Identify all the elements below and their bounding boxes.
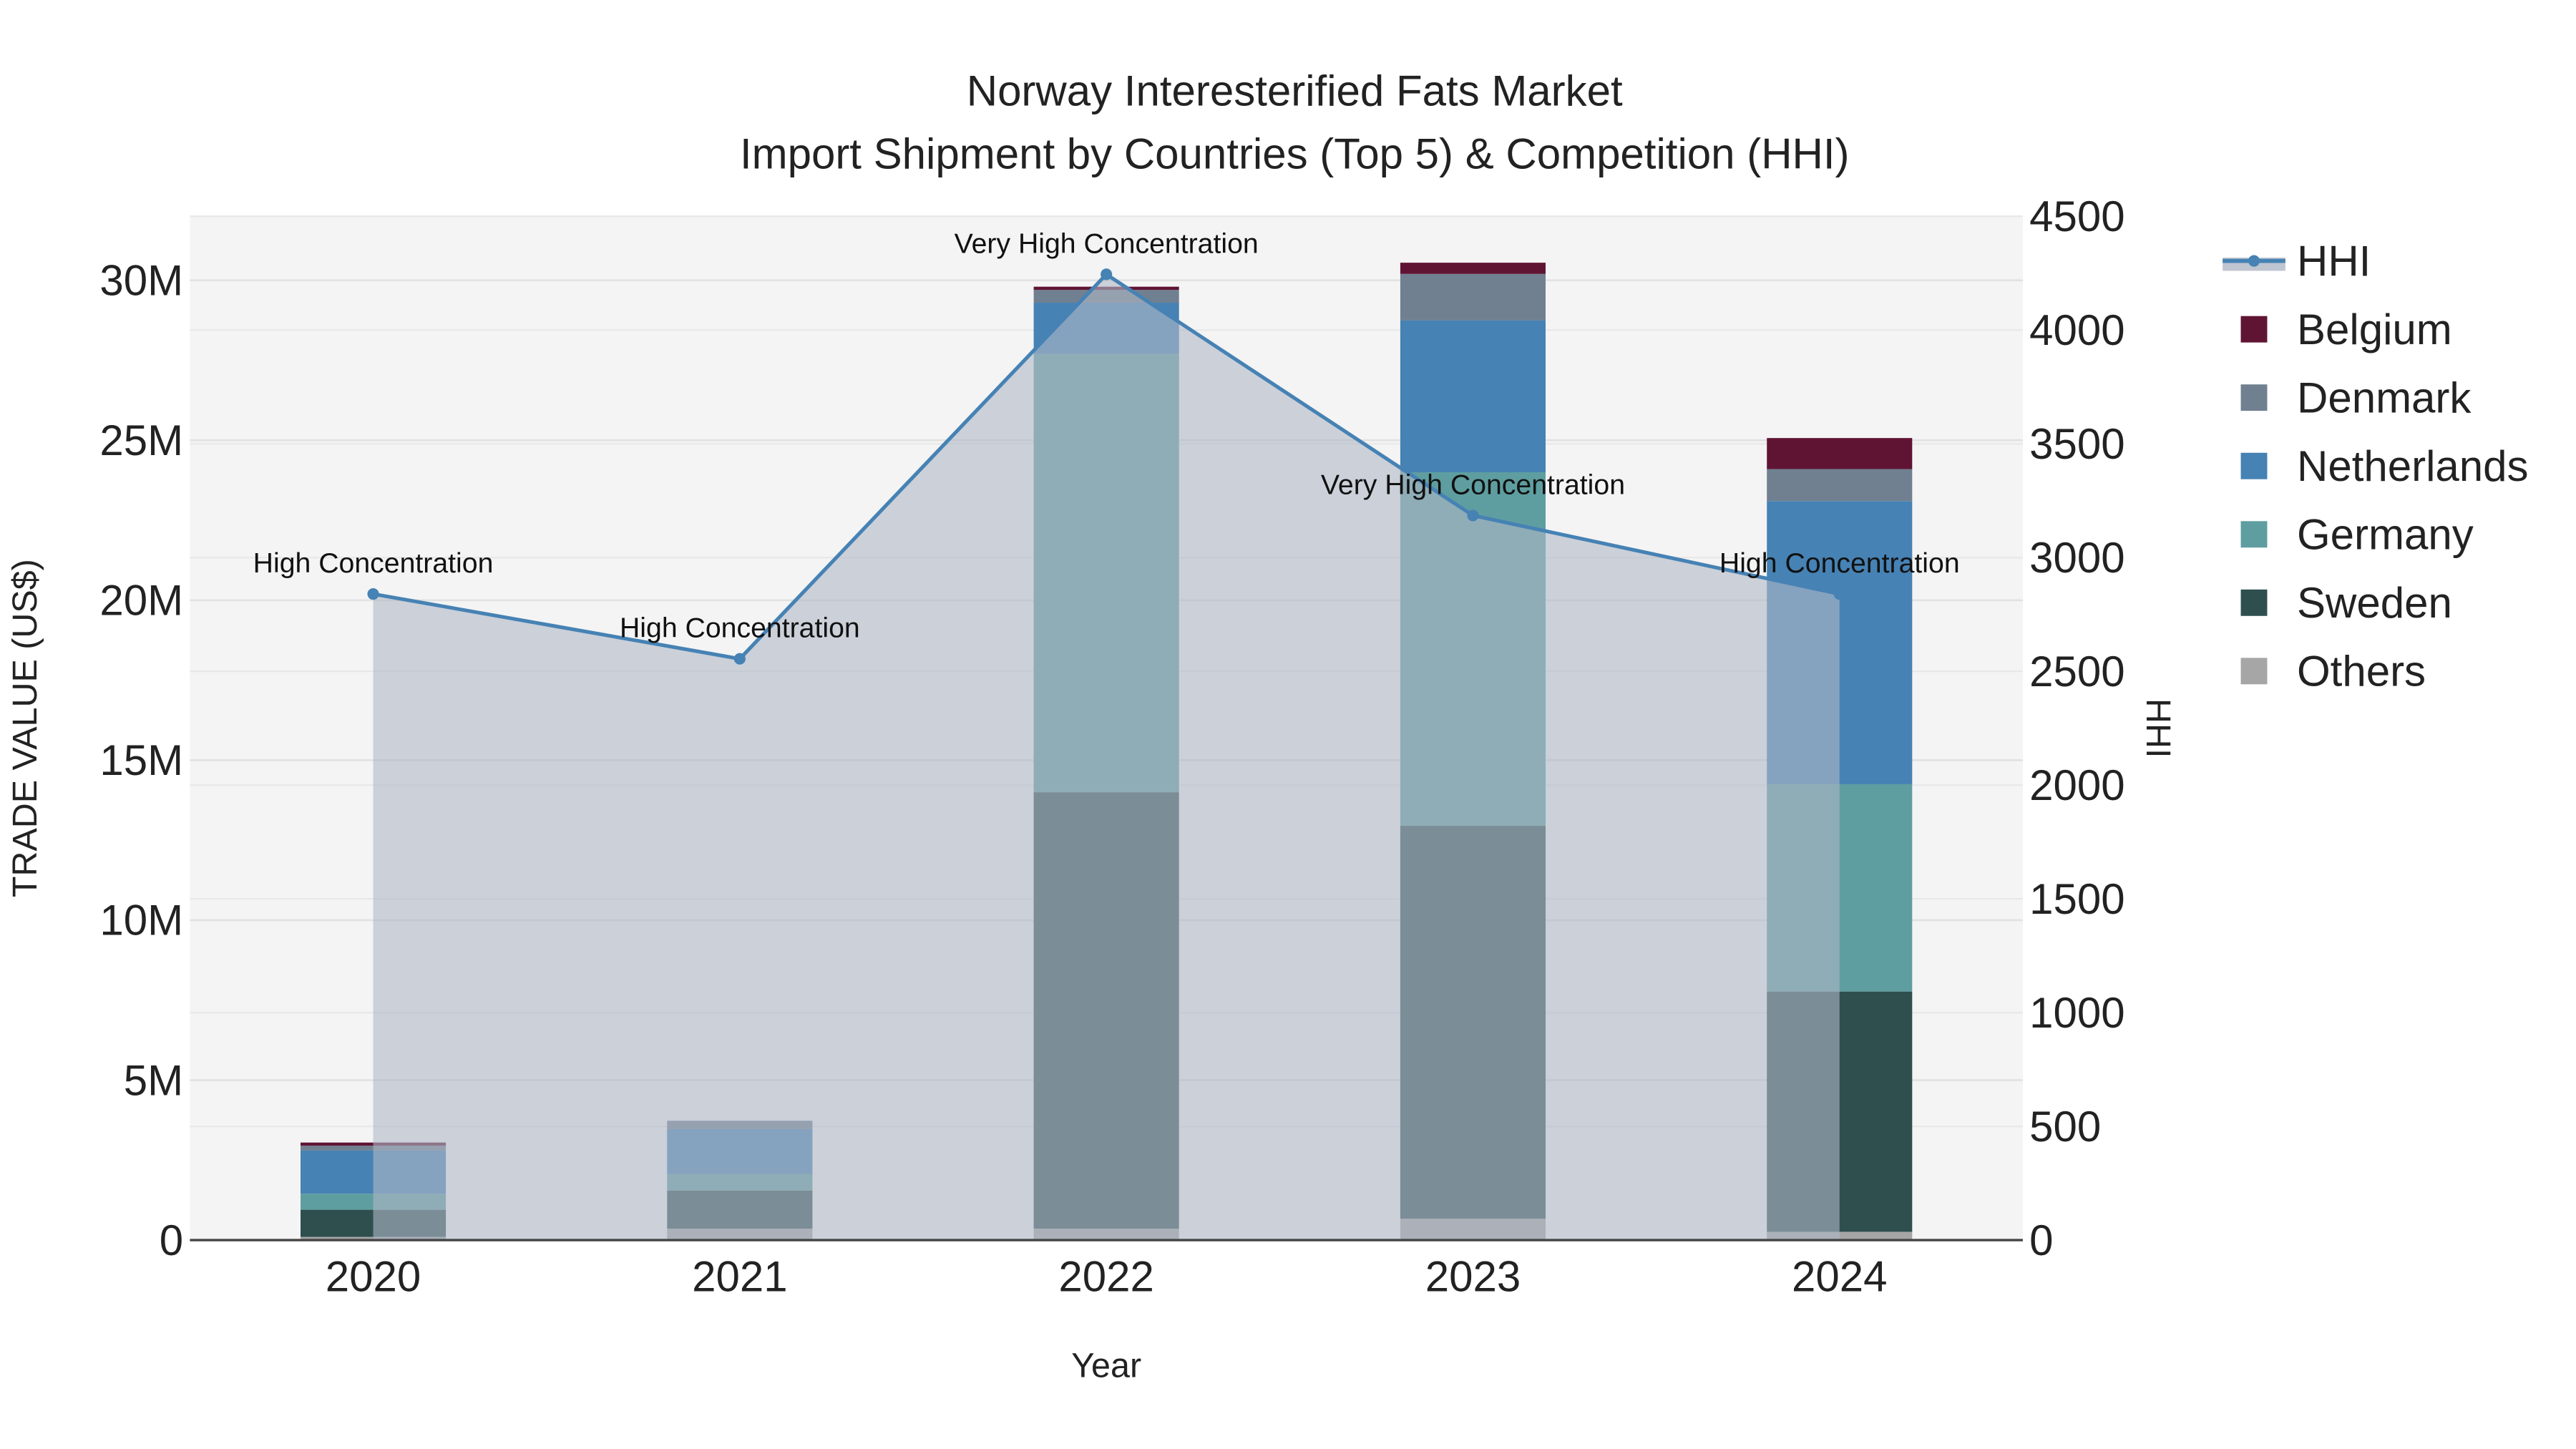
- bar-denmark-2023: [1400, 273, 1546, 321]
- x-tick-label: 2024: [1792, 1253, 1887, 1301]
- legend-swatch-netherlands: [2240, 452, 2268, 479]
- x-tick-label: 2022: [1058, 1253, 1153, 1301]
- bar-netherlands-2023: [1400, 320, 1546, 472]
- hhi-point-2020: [367, 588, 379, 600]
- chart: 0 5M 10M 15M 20M 25M 30M 0 500 1000 1500 2000 2500 3…: [6, 67, 2529, 1385]
- y-tick-label: 5M: [124, 1056, 183, 1104]
- legend-swatch-denmark: [2240, 384, 2268, 411]
- legend-swatch-germany: [2240, 521, 2268, 548]
- bar-denmark-2024: [1767, 469, 1913, 502]
- y2-tick-label: 1500: [2029, 875, 2124, 923]
- legend-swatch-sweden: [2240, 589, 2268, 616]
- hhi-annotation: High Concentration: [253, 547, 494, 579]
- x-tick-label: 2023: [1425, 1253, 1521, 1301]
- y2-tick-label: 2000: [2029, 761, 2124, 809]
- hhi-annotation: High Concentration: [620, 613, 860, 644]
- hhi-point-2022: [1101, 268, 1113, 280]
- y-tick-label: 25M: [99, 416, 183, 464]
- legend-label-denmark: Denmark: [2297, 374, 2472, 421]
- hhi-point-2024: [1833, 588, 1845, 600]
- hhi-annotation: Very High Concentration: [955, 228, 1259, 259]
- y2-tick-label: 4000: [2029, 306, 2124, 354]
- y2-tick-label: 3000: [2029, 534, 2124, 582]
- x-axis-ticks: 2020 2021 2022 2023 2024: [326, 1253, 1888, 1301]
- bar-belgium-2023: [1400, 263, 1546, 274]
- legend-label-others: Others: [2297, 648, 2426, 696]
- y-tick-label: 15M: [99, 736, 183, 784]
- legend-hhi-marker: [2248, 255, 2260, 267]
- legend-swatch-others: [2240, 658, 2268, 685]
- y2-tick-label: 1000: [2029, 989, 2124, 1037]
- y2-tick-label: 2500: [2029, 648, 2124, 696]
- y-tick-label: 10M: [99, 897, 183, 945]
- legend-label-hhi: HHI: [2297, 237, 2371, 285]
- y-tick-label: 30M: [99, 257, 183, 305]
- hhi-annotation: High Concentration: [1719, 547, 1960, 579]
- y-tick-label: 20M: [99, 577, 183, 625]
- y2-axis-title: HHI: [2139, 698, 2177, 758]
- bar-belgium-2024: [1767, 438, 1913, 469]
- hhi-annotation: Very High Concentration: [1321, 469, 1625, 500]
- y-axis-ticks: 0 5M 10M 15M 20M 25M 30M: [99, 257, 183, 1264]
- y-axis-title: TRADE VALUE (US$): [6, 559, 44, 897]
- hhi-point-2021: [733, 653, 746, 665]
- y2-tick-label: 4500: [2029, 192, 2124, 240]
- legend-label-netherlands: Netherlands: [2297, 442, 2529, 490]
- y2-tick-label: 0: [2029, 1216, 2053, 1264]
- legend-label-sweden: Sweden: [2297, 579, 2452, 627]
- x-axis-title: Year: [1071, 1347, 1141, 1385]
- chart-title-line2: Import Shipment by Countries (Top 5) & C…: [740, 130, 1850, 177]
- chart-title-line1: Norway Interesterified Fats Market: [967, 67, 1623, 115]
- hhi-point-2023: [1467, 509, 1479, 522]
- x-tick-label: 2021: [692, 1253, 787, 1301]
- legend-label-germany: Germany: [2297, 511, 2474, 559]
- x-tick-label: 2020: [326, 1253, 421, 1301]
- y2-tick-label: 500: [2029, 1103, 2101, 1151]
- y-tick-label: 0: [160, 1216, 183, 1264]
- legend: HHI Belgium Denmark Netherlands Germany Swede…: [2223, 237, 2529, 696]
- legend-swatch-belgium: [2240, 316, 2268, 343]
- legend-label-belgium: Belgium: [2297, 306, 2452, 353]
- y2-tick-label: 3500: [2029, 420, 2124, 468]
- y2-axis-ticks: 0 500 1000 1500 2000 2500 3000 3500 4000 4500: [2029, 192, 2124, 1264]
